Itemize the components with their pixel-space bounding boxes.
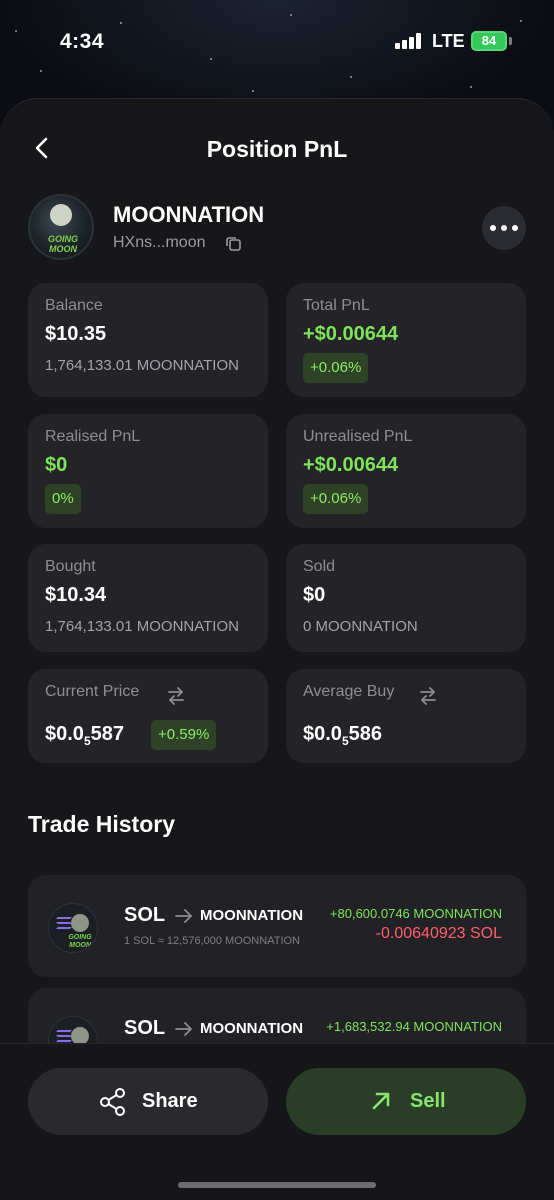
bottom-action-bar: Share Sell	[0, 1043, 554, 1200]
trade-token-logo: GOING MOON	[48, 903, 98, 953]
realised-pnl-percent-badge: 0%	[45, 484, 81, 514]
unrealised-pnl-label: Unrealised PnL	[303, 428, 413, 445]
bought-label: Bought	[45, 558, 96, 575]
sell-label: Sell	[410, 1090, 446, 1112]
moon-icon	[50, 204, 72, 226]
average-buy-value: $0.05586	[303, 723, 382, 748]
sell-button[interactable]: Sell	[286, 1068, 526, 1135]
network-label: LTE	[432, 31, 465, 51]
token-name: MOONNATION	[113, 202, 265, 227]
bought-amount: 1,764,133.01 MOONNATION	[45, 618, 239, 635]
share-button[interactable]: Share	[28, 1068, 268, 1135]
trade-logo-text: GOING MOON	[68, 934, 92, 949]
total-pnl-label: Total PnL	[303, 297, 370, 314]
token-address: HXns...moon	[113, 234, 206, 251]
sold-value: $0	[303, 584, 326, 606]
battery-icon: 84	[471, 31, 507, 51]
arrow-right-icon	[175, 1022, 192, 1036]
unrealised-pnl-value: +$0.00644	[303, 454, 399, 476]
trade-received-amount: +1,683,532.94 MOONNATION	[326, 1019, 502, 1034]
share-label: Share	[142, 1090, 198, 1112]
swap-icon[interactable]	[418, 687, 438, 705]
current-price-label: Current Price	[45, 683, 140, 700]
realised-pnl-label: Realised PnL	[45, 428, 141, 445]
total-pnl-card: Total PnL +$0.00644 +0.06%	[286, 283, 526, 397]
total-pnl-percent-badge: +0.06%	[303, 353, 369, 383]
status-bar: 4:34 LTE 84	[0, 0, 554, 84]
current-price-percent-badge: +0.59%	[151, 720, 217, 750]
header: Position PnL	[0, 128, 554, 168]
more-options-button[interactable]	[482, 206, 526, 250]
sold-card: Sold $0 0 MOONNATION	[286, 544, 526, 652]
swap-icon[interactable]	[166, 687, 186, 705]
balance-value: $10.35	[45, 323, 107, 345]
trade-from-token: SOL	[124, 904, 166, 926]
page-title: Position PnL	[206, 136, 348, 162]
average-buy-label: Average Buy	[303, 683, 395, 700]
trade-to-token: MOONNATION	[200, 1020, 304, 1037]
total-pnl-value: +$0.00644	[303, 323, 399, 345]
unrealised-pnl-card: Unrealised PnL +$0.00644 +0.06%	[286, 414, 526, 528]
more-icon	[490, 225, 496, 231]
copy-icon[interactable]	[225, 235, 242, 252]
sold-label: Sold	[303, 558, 336, 575]
unrealised-pnl-percent-badge: +0.06%	[303, 484, 369, 514]
trade-rate: 1 SOL ≈ 12,576,000 MOONNATION	[124, 935, 300, 947]
battery-cap	[509, 37, 512, 45]
token-avatar: GOING MOON	[28, 194, 94, 260]
home-indicator[interactable]	[178, 1182, 376, 1188]
trade-spent-amount: -0.00640923 SOL	[375, 925, 502, 942]
trade-from-token: SOL	[124, 1017, 166, 1039]
avatar-logo-text: GOING MOON	[47, 234, 78, 254]
current-price-value: $0.05587	[45, 723, 124, 748]
trade-row[interactable]: GOING MOON SOL MOONNATION 1 SOL ≈ 12,576…	[28, 875, 526, 977]
bought-value: $10.34	[45, 584, 107, 606]
status-time: 4:34	[60, 30, 105, 53]
sold-amount: 0 MOONNATION	[303, 618, 418, 635]
average-buy-card: Average Buy $0.05586	[286, 669, 526, 763]
battery-level: 84	[481, 33, 497, 48]
balance-label: Balance	[45, 297, 103, 314]
share-icon	[100, 1088, 125, 1116]
trade-history-title: Trade History	[28, 811, 175, 837]
current-price-card: Current Price $0.05587 +0.59%	[28, 669, 268, 763]
trade-to-token: MOONNATION	[200, 907, 304, 924]
bought-card: Bought $10.34 1,764,133.01 MOONNATION	[28, 544, 268, 652]
token-header: GOING MOON MOONNATION HXns...moon	[28, 192, 526, 264]
arrow-up-right-icon	[372, 1092, 390, 1110]
realised-pnl-card: Realised PnL $0 0%	[28, 414, 268, 528]
moon-icon	[71, 914, 89, 932]
signal-icon	[395, 33, 423, 49]
balance-amount: 1,764,133.01 MOONNATION	[45, 357, 239, 374]
balance-card: Balance $10.35 1,764,133.01 MOONNATION	[28, 283, 268, 397]
trade-received-amount: +80,600.0746 MOONNATION	[329, 906, 502, 921]
realised-pnl-value: $0	[45, 454, 68, 476]
arrow-right-icon	[175, 909, 192, 923]
